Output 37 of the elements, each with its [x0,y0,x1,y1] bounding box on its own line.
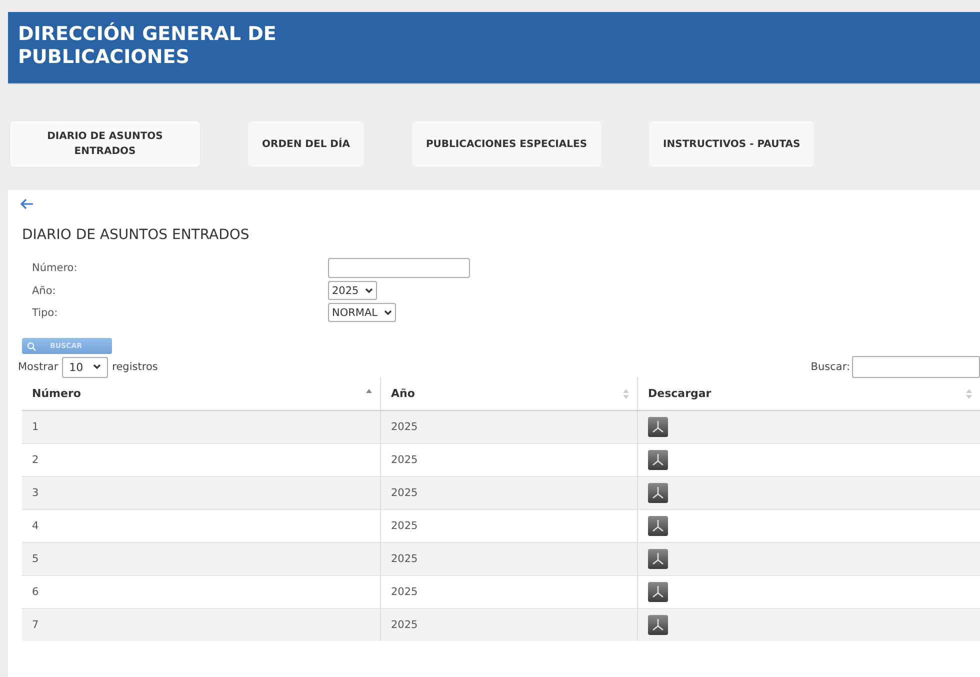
nav-tab[interactable]: ORDEN DEL DÍA [248,121,364,167]
table-cell: 1 [22,410,380,444]
site-title: DIRECCIÓN GENERAL DE PUBLICACIONES [18,23,278,69]
table-cell: 2025 [380,542,638,576]
select-field[interactable]: NORMAL [328,303,396,322]
table-cell: 3 [22,476,380,510]
pdf-icon[interactable] [648,615,668,635]
nav-tab[interactable]: PUBLICACIONES ESPECIALES [412,121,602,167]
pdf-icon[interactable] [648,582,668,602]
filter-label: Buscar: [810,361,850,373]
field-label: Número: [32,262,78,274]
show-label: Mostrar [18,361,58,373]
field-label: Año: [32,284,57,296]
caret-icon [93,364,102,370]
table-cell: 5 [22,542,380,576]
pdf-icon[interactable] [648,417,668,437]
table-cell: 2025 [380,476,638,510]
table-cell: 2025 [380,410,638,444]
nav-tab[interactable]: DIARIO DE ASUNTOS ENTRADOS [10,121,200,167]
field-label: Tipo: [32,306,59,318]
table-cell: 7 [22,608,380,641]
records-label: registros [112,361,158,373]
pdf-icon[interactable] [648,450,668,470]
caret-icon [364,288,373,294]
filter-field[interactable] [852,356,980,378]
back-arrow-icon[interactable] [20,198,34,210]
page-title: DIARIO DE ASUNTOS ENTRADOS [22,226,250,244]
search-icon [27,342,36,350]
pdf-icon[interactable] [648,516,668,536]
page-length-select[interactable]: 10 [62,356,108,378]
select-field[interactable]: 2025 [328,281,377,300]
table-cell: 2025 [380,608,638,641]
input-field[interactable] [328,258,470,278]
nav-tab[interactable]: INSTRUCTIVOS - PAUTAS [649,121,814,167]
caret-icon [384,310,392,316]
pdf-icon[interactable] [648,549,668,569]
pdf-icon[interactable] [648,483,668,503]
